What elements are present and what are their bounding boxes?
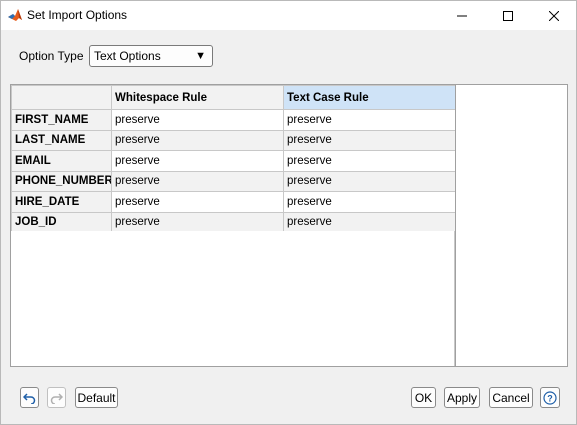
table-header-row: Whitespace Rule Text Case Rule — [11, 85, 456, 110]
table-row: HIRE_DATE preserve preserve — [11, 191, 456, 213]
help-button[interactable]: ? — [540, 387, 560, 408]
dialog-window: Set Import Options Option Type Text Opti… — [0, 0, 577, 425]
table-corner-cell — [11, 85, 112, 110]
apply-button[interactable]: Apply — [444, 387, 480, 408]
default-button[interactable]: Default — [75, 387, 118, 408]
table-cell[interactable]: preserve — [111, 191, 284, 213]
column-header-text-case-rule[interactable]: Text Case Rule — [283, 85, 456, 110]
cancel-button[interactable]: Cancel — [489, 387, 533, 408]
row-header: HIRE_DATE — [11, 191, 112, 213]
close-button[interactable] — [531, 1, 577, 30]
dialog-content: Option Type Text Options ▼ Whitespace Ru… — [1, 30, 576, 424]
table-cell[interactable]: preserve — [111, 170, 284, 192]
undo-button[interactable] — [20, 387, 39, 408]
table-cell[interactable]: preserve — [111, 150, 284, 172]
table-cell[interactable]: preserve — [283, 109, 456, 131]
table-row: PHONE_NUMBER preserve preserve — [11, 170, 456, 192]
row-header: JOB_ID — [11, 211, 112, 233]
row-header: PHONE_NUMBER — [11, 170, 112, 192]
table-cell[interactable]: preserve — [283, 129, 456, 151]
table-cell[interactable]: preserve — [111, 211, 284, 233]
table-cell[interactable]: preserve — [111, 129, 284, 151]
title-bar: Set Import Options — [1, 1, 576, 30]
row-header: EMAIL — [11, 150, 112, 172]
table-cell[interactable]: preserve — [283, 211, 456, 233]
table-cell[interactable]: preserve — [283, 170, 456, 192]
table-cell[interactable]: preserve — [283, 150, 456, 172]
table-row: LAST_NAME preserve preserve — [11, 129, 456, 151]
dropdown-arrow-icon: ▼ — [195, 50, 206, 62]
undo-icon — [23, 392, 36, 404]
minimize-icon — [457, 15, 467, 16]
minimize-button[interactable] — [439, 1, 485, 30]
column-header-whitespace-rule[interactable]: Whitespace Rule — [111, 85, 284, 110]
table-cell[interactable]: preserve — [283, 191, 456, 213]
option-type-value: Text Options — [94, 49, 161, 63]
side-panel — [455, 85, 567, 366]
row-header: LAST_NAME — [11, 129, 112, 151]
maximize-icon — [503, 10, 513, 21]
row-header: FIRST_NAME — [11, 109, 112, 131]
window-title: Set Import Options — [27, 8, 128, 22]
help-icon-glyph: ? — [547, 393, 553, 403]
help-icon: ? — [543, 390, 557, 405]
table-row: EMAIL preserve preserve — [11, 150, 456, 172]
table-cell[interactable]: preserve — [111, 109, 284, 131]
option-type-label: Option Type — [19, 49, 84, 63]
table-row: FIRST_NAME preserve preserve — [11, 109, 456, 131]
options-table: Whitespace Rule Text Case Rule FIRST_NAM… — [11, 85, 456, 233]
table-empty-area — [11, 231, 455, 366]
maximize-button[interactable] — [485, 1, 531, 30]
close-icon — [549, 10, 559, 21]
matlab-logo-icon — [8, 9, 22, 21]
redo-icon — [50, 392, 63, 404]
options-table-area: Whitespace Rule Text Case Rule FIRST_NAM… — [10, 84, 568, 367]
ok-button[interactable]: OK — [411, 387, 436, 408]
table-row: JOB_ID preserve preserve — [11, 211, 456, 233]
redo-button[interactable] — [47, 387, 66, 408]
option-type-dropdown[interactable]: Text Options ▼ — [89, 45, 213, 67]
